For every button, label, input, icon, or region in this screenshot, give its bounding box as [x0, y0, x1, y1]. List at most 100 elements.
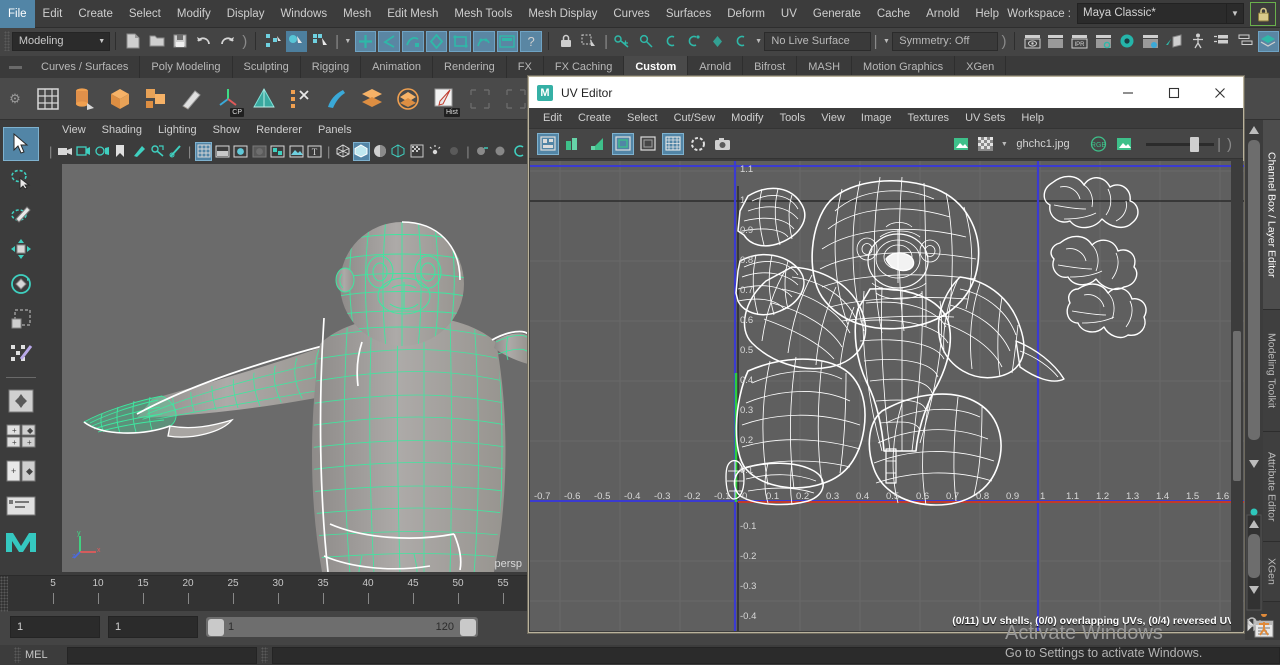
lock-workspace-button[interactable] — [1250, 2, 1276, 26]
camera-attributes-icon[interactable] — [75, 142, 92, 161]
animation-layers-icon[interactable] — [1210, 31, 1232, 52]
two-view-layout-button[interactable]: +◆ — [3, 454, 39, 488]
text-display-icon[interactable]: T — [307, 142, 324, 161]
texture-image-toggle-icon[interactable] — [950, 133, 972, 155]
snap-viewplane-icon[interactable] — [449, 31, 471, 52]
select-object-icon[interactable] — [286, 31, 308, 52]
four-view-layout-button[interactable]: +◆++ — [3, 419, 39, 453]
uv-menu-select[interactable]: Select — [619, 108, 666, 129]
time-slider[interactable]: 5 10 15 20 25 30 35 40 45 50 55 60 — [0, 575, 620, 611]
workspace-selector[interactable]: Workspace : Maya Classic* ▼ — [1007, 3, 1244, 24]
menu-generate[interactable]: Generate — [805, 0, 869, 28]
command-line-splitter[interactable] — [261, 647, 268, 663]
chevron-down-icon[interactable]: ▼ — [998, 141, 1010, 148]
menu-surfaces[interactable]: Surfaces — [658, 0, 719, 28]
uv-toolkit-icon[interactable] — [537, 133, 559, 155]
uv-editor-canvas[interactable]: -0.7 -0.6 -0.5 -0.4 -0.3 -0.2 -0.1 0 0.1… — [530, 161, 1244, 631]
shelf-tab-motion-graphics[interactable]: Motion Graphics — [852, 56, 955, 78]
lock-selection-icon[interactable] — [555, 31, 577, 52]
shelf-collapse-handle[interactable] — [0, 56, 30, 78]
slider-track[interactable] — [1146, 143, 1214, 146]
curve-snap-b-icon[interactable] — [659, 31, 681, 52]
right-panel-scrollbar[interactable] — [1245, 120, 1263, 640]
select-tool-button[interactable] — [3, 127, 39, 161]
shelf-triangle-mesh-icon[interactable] — [246, 81, 282, 117]
smooth-shade-all-icon[interactable] — [214, 142, 231, 161]
uv-menu-help[interactable]: Help — [1013, 108, 1052, 129]
slider-knob[interactable] — [1190, 137, 1199, 152]
ambient-occlusion-icon[interactable] — [372, 142, 389, 161]
curve-snap-c-icon[interactable] — [683, 31, 705, 52]
character-set-icon[interactable] — [1187, 31, 1209, 52]
chevron-down-icon[interactable]: ▼ — [753, 38, 765, 45]
render-settings-icon[interactable] — [1092, 31, 1114, 52]
shelf-tab-sculpting[interactable]: Sculpting — [233, 56, 301, 78]
save-scene-icon[interactable] — [169, 31, 191, 52]
viewport-menu-shading[interactable]: Shading — [94, 120, 150, 140]
camera-select-icon[interactable] — [56, 142, 73, 161]
toggle-lights-icon[interactable] — [1163, 31, 1185, 52]
minimize-button[interactable] — [1105, 77, 1151, 108]
shelf-tab-xgen[interactable]: XGen — [955, 56, 1006, 78]
rgb-channels-icon[interactable]: RGB — [1088, 133, 1110, 155]
range-end-handle[interactable] — [460, 619, 476, 636]
menu-mesh[interactable]: Mesh — [335, 0, 379, 28]
menu-create[interactable]: Create — [70, 0, 121, 28]
shelf-cp-axis-icon[interactable]: CP — [210, 81, 246, 117]
close-button[interactable] — [1197, 77, 1243, 108]
animation-helper-icon[interactable] — [1246, 614, 1276, 636]
command-line-grip[interactable] — [14, 647, 21, 663]
xray-shading-icon[interactable] — [492, 142, 509, 161]
uv-editor-window[interactable]: M UV Editor Edit Create Select Cut/Sew M… — [528, 76, 1244, 633]
uv-canvas-scrollbar[interactable] — [1231, 161, 1243, 631]
start-frame-field[interactable]: 1 — [108, 616, 198, 638]
make-live-icon[interactable] — [473, 31, 495, 52]
shelf-options-gear-icon[interactable]: ⚙ — [0, 78, 30, 120]
menu-edit[interactable]: Edit — [35, 0, 71, 28]
menu-uv[interactable]: UV — [773, 0, 805, 28]
uv-snapshot-icon[interactable] — [712, 133, 734, 155]
curve-snap-e-icon[interactable] — [730, 31, 752, 52]
uv-menu-view[interactable]: View — [813, 108, 853, 129]
texture-dim-slider[interactable] — [1146, 143, 1214, 146]
attribute-layers-icon[interactable] — [1234, 31, 1256, 52]
maximize-button[interactable] — [1151, 77, 1197, 108]
shelf-layers-icon[interactable] — [354, 81, 390, 117]
show-channel-box-icon[interactable] — [1258, 31, 1280, 52]
viewport-menu-show[interactable]: Show — [205, 120, 249, 140]
shelf-empty-slot[interactable] — [462, 81, 498, 117]
uv-menu-image[interactable]: Image — [853, 108, 900, 129]
uv-menu-textures[interactable]: Textures — [899, 108, 957, 129]
camera-bookmarks-icon[interactable] — [93, 142, 110, 161]
snap-projected-icon[interactable] — [426, 31, 448, 52]
uv-menu-uv-sets[interactable]: UV Sets — [957, 108, 1013, 129]
snap-curve-icon[interactable] — [378, 31, 400, 52]
uv-display-gradient-icon[interactable] — [587, 133, 609, 155]
render-view-icon[interactable] — [497, 31, 519, 52]
uv-display-solid-icon[interactable] — [562, 133, 584, 155]
hypershade-icon[interactable] — [1116, 31, 1138, 52]
wireframe-on-shaded-icon[interactable] — [334, 142, 351, 161]
shelf-tab-rigging[interactable]: Rigging — [301, 56, 361, 78]
paint-select-tool-button[interactable] — [3, 197, 39, 231]
uv-image-border-icon[interactable] — [637, 133, 659, 155]
rotate-tool-button[interactable] — [3, 267, 39, 301]
uv-menu-edit[interactable]: Edit — [535, 108, 570, 129]
live-surface-field[interactable]: No Live Surface — [764, 32, 870, 51]
outliner-layout-button[interactable] — [3, 489, 39, 523]
smooth-shaded-icon[interactable] — [353, 142, 370, 161]
curve-snap-a-icon[interactable] — [636, 31, 658, 52]
menu-display[interactable]: Display — [219, 0, 273, 28]
shade-with-textures-icon[interactable] — [233, 142, 250, 161]
shelf-delete-history-icon[interactable] — [282, 81, 318, 117]
shelf-boolean-icon[interactable] — [138, 81, 174, 117]
symmetry-field[interactable]: Symmetry: Off — [892, 32, 998, 51]
tab-modeling-toolkit[interactable]: Modeling Toolkit — [1263, 310, 1280, 432]
shelf-tab-bifrost[interactable]: Bifrost — [743, 56, 797, 78]
use-default-material-icon[interactable] — [251, 142, 268, 161]
menu-curves[interactable]: Curves — [605, 0, 657, 28]
xray-active-components-icon[interactable] — [511, 142, 528, 161]
uv-pixel-snap-icon[interactable] — [687, 133, 709, 155]
grease-pencil-icon[interactable] — [130, 142, 147, 161]
undo-icon[interactable] — [193, 31, 215, 52]
